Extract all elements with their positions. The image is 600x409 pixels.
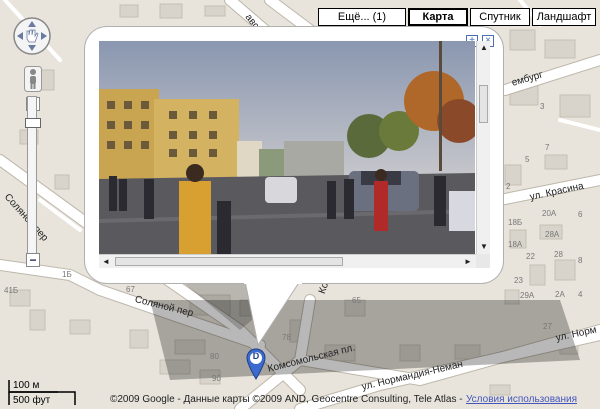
pegman-icon[interactable] — [24, 66, 42, 92]
house-number: 67 — [126, 285, 135, 294]
more-button[interactable]: Ещё... (1) — [318, 8, 406, 26]
house-number: 1Б — [62, 270, 72, 279]
scroll-right-icon[interactable]: ► — [461, 255, 475, 269]
house-number: 7 — [545, 143, 550, 152]
house-number: 5 — [525, 155, 530, 164]
house-number: 2А — [555, 290, 565, 299]
scroll-down-icon[interactable]: ▼ — [477, 240, 491, 254]
house-number: 6 — [578, 210, 583, 219]
house-number: 78А — [255, 285, 270, 294]
map-type-satellite-button[interactable]: Спутник — [470, 8, 530, 26]
house-number: 78 — [282, 333, 291, 342]
house-number: 77 — [325, 351, 334, 360]
house-number: 29А — [520, 291, 535, 300]
house-number: 80 — [210, 352, 219, 361]
pan-control[interactable] — [12, 16, 52, 56]
house-number: 90 — [212, 374, 221, 383]
vertical-scroll-thumb[interactable] — [479, 85, 488, 123]
scroll-left-icon[interactable]: ◄ — [99, 255, 113, 269]
house-number: 8 — [578, 256, 583, 265]
scroll-up-icon[interactable]: ▲ — [477, 41, 491, 55]
scroll-corner — [476, 254, 490, 268]
terms-link[interactable]: Условия использования — [466, 394, 577, 405]
zoom-out-button[interactable]: − — [26, 253, 40, 267]
scale-imperial: 500 фут — [13, 395, 51, 406]
zoom-slider-handle[interactable] — [25, 118, 41, 128]
house-number: 28 — [554, 250, 563, 259]
house-number: 18А — [508, 240, 523, 249]
house-number: 20А — [542, 209, 557, 218]
house-number: 18Б — [508, 218, 523, 227]
vertical-scrollbar[interactable]: ▲ ▼ — [476, 41, 490, 254]
house-number: 27 — [543, 322, 552, 331]
house-number: 4 — [578, 290, 583, 299]
copyright-text: ©2009 Google - Данные карты ©2009 AND, G… — [110, 394, 463, 405]
marker-letter: D — [252, 351, 260, 361]
street-view-photo[interactable] — [99, 41, 475, 254]
map-type-terrain-button[interactable]: Ландшафт — [532, 8, 596, 26]
house-number: 65 — [352, 296, 361, 305]
horizontal-scrollbar[interactable]: ◄ ► — [99, 254, 476, 268]
house-number: 22 — [526, 252, 535, 261]
scale-metric: 100 м — [13, 380, 40, 391]
house-number: 28А — [545, 230, 560, 239]
house-number: 23 — [514, 276, 523, 285]
house-number: 3 — [540, 102, 545, 111]
map-type-map-button[interactable]: Карта — [408, 8, 468, 26]
horizontal-scroll-thumb[interactable] — [115, 257, 343, 266]
house-number: 41Б — [4, 286, 19, 295]
house-number: 2 — [506, 182, 511, 191]
